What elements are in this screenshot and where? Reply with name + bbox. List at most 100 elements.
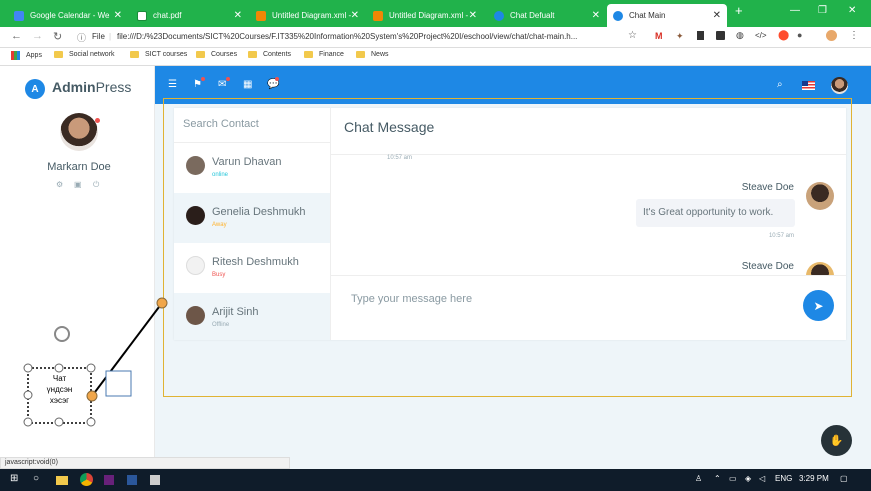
- back-arrow-icon[interactable]: ←: [11, 30, 22, 42]
- flag-icon[interactable]: ⚑: [193, 79, 202, 90]
- settings-fab[interactable]: ✋: [821, 425, 852, 456]
- close-icon[interactable]: ✕: [351, 10, 359, 21]
- folder-icon: [304, 51, 313, 58]
- logo-text[interactable]: AdminPress: [52, 79, 131, 95]
- resize-handle[interactable]: [54, 417, 64, 427]
- close-icon[interactable]: ✕: [592, 10, 600, 21]
- folder-icon: [196, 51, 205, 58]
- clock[interactable]: 3:29 PM: [799, 474, 829, 483]
- word-icon[interactable]: [127, 475, 137, 485]
- bookmark-label: SICT courses: [145, 51, 188, 58]
- bookmark-label: Contents: [263, 51, 292, 58]
- tab-diagram-1[interactable]: Untitled Diagram.xml - ✕: [250, 4, 365, 27]
- forward-arrow-icon[interactable]: →: [32, 30, 43, 42]
- chrome-icon[interactable]: [80, 473, 93, 486]
- tray-chevron-icon[interactable]: ⌃: [714, 474, 721, 483]
- tab-chat-pdf[interactable]: chat.pdf ✕: [131, 4, 248, 27]
- drawio-icon: [373, 10, 383, 21]
- bookmark-finance[interactable]: Finance: [304, 51, 344, 58]
- diagram-overlay: [23, 297, 168, 427]
- folder-icon: [54, 51, 63, 58]
- globe-icon: [494, 10, 504, 21]
- profile-avatar[interactable]: [826, 30, 837, 41]
- reload-icon[interactable]: ↻: [53, 30, 62, 43]
- app-icon[interactable]: [150, 475, 160, 485]
- cortana-icon[interactable]: ○: [33, 473, 39, 484]
- code-icon[interactable]: </>: [755, 31, 767, 40]
- bookmark-icon[interactable]: [697, 31, 704, 40]
- bookmark-news[interactable]: News: [356, 51, 389, 58]
- user-avatar[interactable]: [60, 113, 98, 151]
- folder-icon: [248, 51, 257, 58]
- resize-handle[interactable]: [23, 417, 33, 427]
- minimize-button[interactable]: —: [790, 5, 800, 16]
- close-icon[interactable]: ✕: [469, 10, 477, 21]
- extension-pin-icon[interactable]: ●: [797, 30, 802, 40]
- resize-handle[interactable]: [86, 417, 96, 427]
- extension-box-icon[interactable]: [716, 31, 725, 40]
- address-bar[interactable]: file:///D:/%23Documents/SICT%20Courses/F…: [117, 32, 617, 41]
- hand-icon: ✋: [829, 435, 844, 447]
- close-window-button[interactable]: ✕: [848, 5, 856, 16]
- folder-icon: [130, 51, 139, 58]
- tab-chat-defualt[interactable]: Chat Defualt ✕: [488, 4, 606, 27]
- rotate-handle-icon[interactable]: [54, 326, 70, 342]
- pdf-icon: [137, 10, 147, 21]
- close-icon[interactable]: ✕: [114, 10, 122, 21]
- people-icon[interactable]: ♙: [695, 474, 702, 483]
- restore-button[interactable]: ❐: [818, 5, 827, 16]
- tab-chat-main[interactable]: Chat Main ✕: [607, 4, 727, 27]
- tab-title: Untitled Diagram.xml -: [272, 11, 352, 20]
- extension-icon[interactable]: ✦: [676, 31, 684, 42]
- logo-icon: A: [25, 79, 45, 99]
- search-icon[interactable]: ⌕: [777, 79, 783, 90]
- format-panel-icon[interactable]: [105, 370, 132, 397]
- close-icon[interactable]: ✕: [713, 10, 721, 21]
- opera-icon[interactable]: ⬤: [778, 30, 789, 41]
- logo-bold: Admin: [52, 79, 96, 95]
- tab-title: Chat Main: [629, 11, 666, 20]
- visual-studio-icon[interactable]: [104, 475, 114, 485]
- language-label[interactable]: ENG: [775, 474, 792, 483]
- globe-icon: [613, 10, 623, 21]
- close-icon[interactable]: ✕: [234, 10, 242, 21]
- bookmark-sict-courses[interactable]: SICT courses: [130, 51, 187, 58]
- resize-handle[interactable]: [86, 363, 96, 373]
- tab-title: Chat Defualt: [510, 11, 555, 20]
- tab-diagram-2[interactable]: Untitled Diagram.xml - ✕: [367, 4, 483, 27]
- info-icon[interactable]: ⓘ: [77, 31, 86, 44]
- mail-icon[interactable]: ✉: [218, 79, 226, 90]
- connector-handle[interactable]: [156, 297, 168, 309]
- bookmark-social-network[interactable]: Social network: [54, 51, 115, 58]
- bookmark-courses[interactable]: Courses: [196, 51, 237, 58]
- apps-grid-icon: [11, 51, 20, 60]
- gmail-icon[interactable]: M: [655, 31, 663, 41]
- file-explorer-icon[interactable]: [56, 476, 68, 485]
- new-tab-button[interactable]: +: [735, 3, 743, 18]
- tab-title: Untitled Diagram.xml -: [389, 11, 469, 20]
- network-icon[interactable]: ◈: [745, 474, 751, 483]
- star-icon[interactable]: ☆: [628, 30, 637, 41]
- menu-kebab-icon[interactable]: ⋮: [849, 30, 859, 41]
- us-flag-icon[interactable]: [802, 81, 815, 90]
- bookmark-contents[interactable]: Contents: [248, 51, 291, 58]
- windows-start-icon[interactable]: ⊞: [10, 473, 18, 484]
- grid-icon[interactable]: ▦: [243, 79, 252, 90]
- diagram-shape-text: Чат үндсэн хэсэг: [28, 373, 91, 406]
- inbox-icon[interactable]: ▣: [74, 180, 82, 189]
- tab-google-calendar[interactable]: Google Calendar - We ✕: [8, 4, 128, 27]
- notifications-icon[interactable]: ▢: [840, 474, 848, 483]
- user-name[interactable]: Markarn Doe: [0, 161, 158, 173]
- battery-icon[interactable]: ▭: [729, 474, 737, 483]
- volume-icon[interactable]: ◁: [759, 474, 765, 483]
- bookmark-label: Finance: [319, 51, 344, 58]
- power-icon[interactable]: ⏻: [93, 180, 99, 190]
- tab-title: chat.pdf: [153, 11, 182, 20]
- resize-handle[interactable]: [54, 363, 64, 373]
- resize-handle[interactable]: [23, 363, 33, 373]
- menu-hamburger-icon[interactable]: ☰: [168, 79, 177, 90]
- gear-icon[interactable]: ⚙: [56, 180, 63, 189]
- extension-circle-icon[interactable]: ◍: [736, 30, 744, 41]
- bookmark-apps[interactable]: Apps: [11, 51, 42, 60]
- header-avatar[interactable]: [831, 77, 848, 94]
